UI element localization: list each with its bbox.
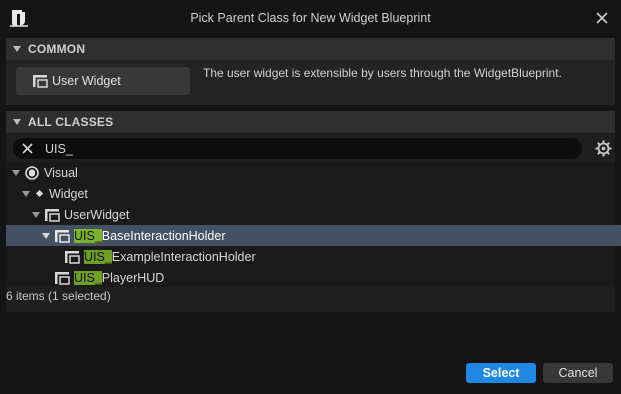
widget-icon <box>55 271 70 285</box>
common-section-body: User Widget The user widget is extensibl… <box>6 60 615 105</box>
tree-row-uis-playerhud[interactable]: UIS_PlayerHUD <box>6 267 621 288</box>
label-remainder: BaseInteractionHolder <box>101 228 226 243</box>
all-classes-section-body: Visual Widget UserWidget <box>6 133 621 312</box>
tree-label-visual: Visual <box>44 165 78 180</box>
collapse-caret-icon <box>13 119 21 125</box>
common-section-label: COMMON <box>28 42 86 56</box>
clear-search-icon[interactable] <box>22 143 33 154</box>
title-bar: Pick Parent Class for New Widget Bluepri… <box>0 0 621 36</box>
widget-icon <box>33 75 48 88</box>
tree-row-uis-baseinteractionholder[interactable]: UIS_BaseInteractionHolder <box>6 225 621 246</box>
all-classes-section-header[interactable]: ALL CLASSES <box>6 111 615 133</box>
user-widget-description: The user widget is extensible by users t… <box>203 66 562 80</box>
label-remainder: PlayerHUD <box>101 270 165 285</box>
widget-icon <box>55 229 70 243</box>
collapse-caret-icon <box>13 46 21 52</box>
diamond-icon <box>35 189 44 198</box>
search-match-highlight: UIS_ <box>74 270 102 285</box>
label-remainder: ExampleInteractionHolder <box>111 249 256 264</box>
search-row <box>6 137 615 161</box>
expand-arrow-icon[interactable] <box>32 211 40 218</box>
dialog-title: Pick Parent Class for New Widget Bluepri… <box>190 11 431 25</box>
user-widget-label: User Widget <box>52 74 121 88</box>
expand-arrow-icon[interactable] <box>22 190 30 197</box>
user-widget-button[interactable]: User Widget <box>16 67 190 95</box>
tree-label-widget: Widget <box>49 186 88 201</box>
search-match-highlight: UIS_ <box>74 228 102 243</box>
expand-arrow-icon[interactable] <box>42 232 50 239</box>
gear-icon[interactable] <box>595 140 612 157</box>
close-icon[interactable] <box>595 11 609 25</box>
tree-row-uis-exampleinteractionholder[interactable]: UIS_ExampleInteractionHolder <box>6 246 621 267</box>
search-input[interactable] <box>45 139 565 158</box>
select-button[interactable]: Select <box>466 363 536 383</box>
tree-row-visual[interactable]: Visual <box>6 162 621 183</box>
tree-label-uis-exampleinteractionholder: UIS_ExampleInteractionHolder <box>84 249 256 264</box>
common-section-header[interactable]: COMMON <box>6 38 615 60</box>
widget-icon <box>65 250 80 264</box>
item-count-status: 6 items (1 selected) <box>6 289 111 303</box>
tree-row-widget[interactable]: Widget <box>6 183 621 204</box>
visual-icon <box>25 165 39 180</box>
tree-row-userwidget[interactable]: UserWidget <box>6 204 621 225</box>
search-box[interactable] <box>13 138 582 159</box>
tree-label-uis-playerhud: UIS_PlayerHUD <box>74 270 165 285</box>
cancel-button[interactable]: Cancel <box>543 363 613 383</box>
search-match-highlight: UIS_ <box>84 249 112 264</box>
class-tree: Visual Widget UserWidget UIS_BaseInterac… <box>6 162 621 287</box>
all-classes-section-label: ALL CLASSES <box>28 115 114 129</box>
expand-arrow-icon[interactable] <box>12 169 20 176</box>
tree-label-userwidget: UserWidget <box>64 207 130 222</box>
pick-parent-class-dialog: Pick Parent Class for New Widget Bluepri… <box>0 0 621 394</box>
widget-icon <box>45 208 60 222</box>
tree-label-uis-baseinteractionholder: UIS_BaseInteractionHolder <box>74 228 226 243</box>
